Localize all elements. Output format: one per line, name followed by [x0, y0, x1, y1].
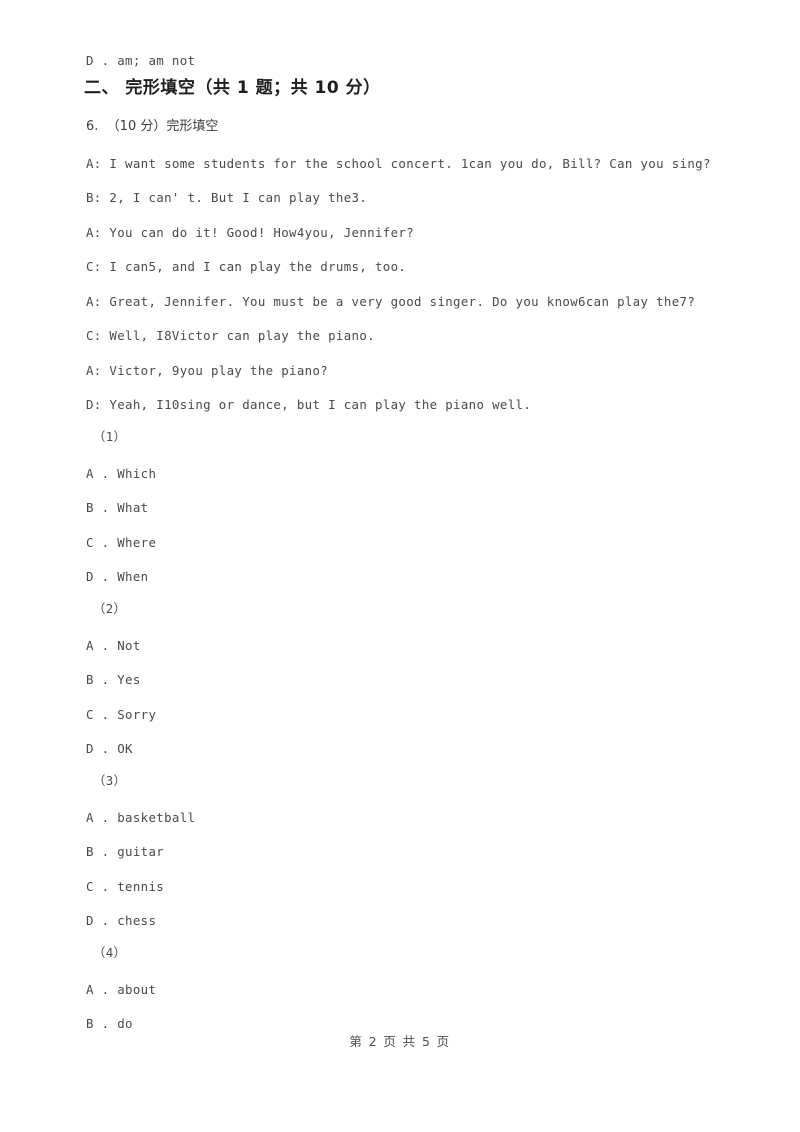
choice-option[interactable]: B . guitar — [86, 845, 164, 858]
passage-line: A: Victor, 9you play the piano? — [86, 363, 329, 378]
choice-option[interactable]: D . chess — [86, 914, 156, 927]
choice-option[interactable]: A . about — [86, 983, 156, 996]
choice-option[interactable]: D . OK — [86, 742, 133, 755]
choice-option[interactable]: D . When — [86, 570, 148, 583]
choice-option[interactable]: B . What — [86, 501, 148, 514]
page-footer: 第 2 页 共 5 页 — [349, 1034, 451, 1049]
document-page: D . am; am not 二、 完形填空（共 1 题；共 10 分） 6. … — [0, 0, 800, 1132]
subquestion-label: （1） — [93, 429, 127, 444]
choice-option[interactable]: A . Not — [86, 639, 141, 652]
subquestion-label: （4） — [93, 945, 127, 960]
choice-option[interactable]: C . Where — [86, 536, 156, 549]
passage-line: C: Well, I8Victor can play the piano. — [86, 328, 375, 343]
choice-option[interactable]: A . basketball — [86, 811, 195, 824]
question-head: 6. （10 分）完形填空 — [86, 119, 219, 134]
orphan-choice-line: D . am; am not — [86, 53, 196, 68]
choice-option[interactable]: C . tennis — [86, 880, 164, 893]
passage-line: D: Yeah, I10sing or dance, but I can pla… — [86, 397, 532, 412]
subquestion-label: （2） — [93, 601, 127, 616]
subquestion-label: （3） — [93, 773, 127, 788]
choice-option[interactable]: B . do — [86, 1017, 133, 1030]
passage-line: A: I want some students for the school c… — [86, 156, 711, 171]
passage-line: B: 2, I can' t. But I can play the3. — [86, 190, 368, 205]
passage-line: A: You can do it! Good! How4you, Jennife… — [86, 225, 415, 240]
choice-option[interactable]: C . Sorry — [86, 708, 156, 721]
passage-line: C: I can5, and I can play the drums, too… — [86, 259, 407, 274]
choice-option[interactable]: A . Which — [86, 467, 156, 480]
choice-option[interactable]: B . Yes — [86, 673, 141, 686]
passage-line: A: Great, Jennifer. You must be a very g… — [86, 294, 696, 309]
section-heading: 二、 完形填空（共 1 题；共 10 分） — [84, 78, 381, 98]
